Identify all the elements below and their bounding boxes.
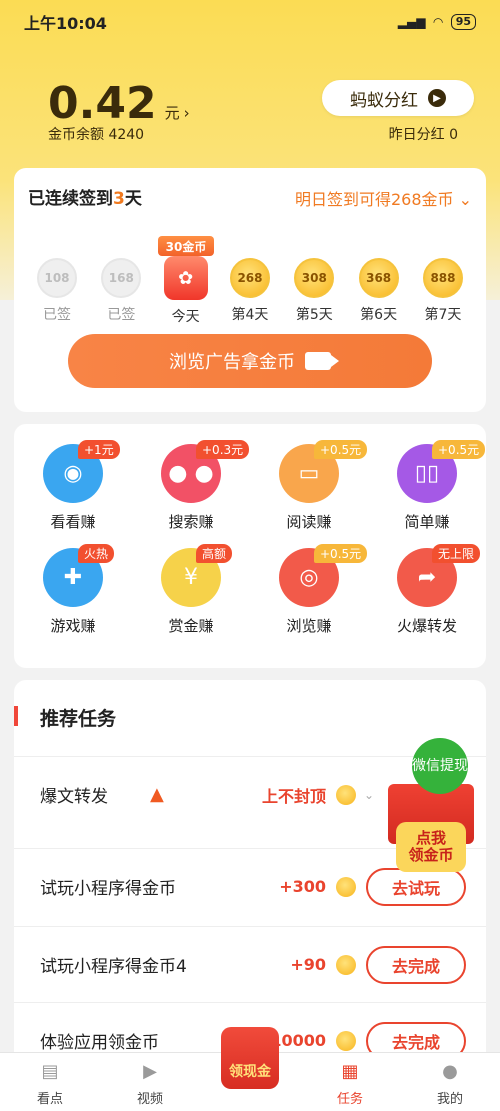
play-icon: ▶ (143, 1060, 157, 1082)
earn-grid: ◉ +1元 看看赚 ● ● +0.3元 搜索赚 ▭ +0.5元 阅读赚 ▯▯ +… (14, 440, 486, 636)
earn-item-watch[interactable]: ◉ +1元 看看赚 (14, 440, 132, 532)
red-packet-icon: 领现金 (221, 1027, 279, 1089)
coin-icon: 108 (37, 258, 77, 298)
tab-profile[interactable]: ● 我的 (400, 1053, 500, 1111)
fire-icon: ▲ (150, 784, 164, 805)
reward-badge: 火热 (78, 544, 115, 563)
reward-badge: +0.5元 (432, 440, 486, 459)
status-time: 上午10:04 (24, 14, 107, 33)
task-row[interactable]: 试玩小程序得金币4 +90 ⌄ 去完成 (14, 926, 486, 1002)
earn-item-browse[interactable]: ◎ +0.5元 浏览赚 (250, 544, 368, 636)
signin-day-6: 368 第6天 (352, 258, 406, 326)
bottom-tab-bar: ▤ 看点 ▶ 视频 领现金 ▦ 任务 ● 我的 (0, 1027, 500, 1111)
floating-red-packet[interactable]: 微信提现 点我 领金币 (388, 738, 480, 874)
tomorrow-reward-dropdown[interactable]: 明日签到可得268金币 ⌄ (295, 186, 472, 210)
earn-item-simple[interactable]: ▯▯ +0.5元 简单赚 (368, 440, 486, 532)
earn-item-read[interactable]: ▭ +0.5元 阅读赚 (250, 440, 368, 532)
task-icon: ▦ (341, 1060, 359, 1082)
earn-item-search[interactable]: ● ● +0.3元 搜索赚 (132, 440, 250, 532)
ant-dividend-button[interactable]: 蚂蚁分红 ▶ (322, 80, 474, 116)
chevron-right-icon: › (183, 104, 190, 122)
tab-cash[interactable]: 领现金 (200, 1027, 300, 1111)
signin-day-today[interactable]: ✿ 今天 (159, 256, 213, 326)
reward-badge: 无上限 (432, 544, 481, 563)
coin-balance: 金币余额 4240 (48, 127, 145, 143)
today-reward-badge: 30金币 (158, 236, 214, 256)
reward-badge: +0.5元 (314, 544, 368, 563)
battery-icon: 95 (450, 14, 476, 30)
gift-box-icon: ✿ (163, 256, 208, 300)
wechat-withdraw-badge: 微信提现 (412, 738, 468, 794)
coin-icon: 308 (294, 258, 335, 298)
signin-day-2: 168 已签 (94, 258, 148, 326)
profile-icon: ● (442, 1060, 458, 1082)
signin-day-5: 308 第5天 (287, 258, 341, 326)
earn-item-share[interactable]: ➦ 无上限 火爆转发 (368, 544, 486, 636)
signin-card: 已连续签到3天 明日签到可得268金币 ⌄ 108 已签 168 已签 ✿ 今天… (14, 168, 486, 412)
watch-ad-button[interactable]: 浏览广告拿金币 (68, 334, 432, 388)
task-action-button[interactable]: 去完成 (366, 945, 466, 984)
balance-unit: 元 (164, 104, 180, 122)
status-icons: ▂▄▆ ◠ 95 (398, 14, 476, 30)
chevron-down-icon[interactable]: ⌄ (364, 788, 374, 802)
reward-badge: +0.5元 (314, 440, 368, 459)
coin-icon: 268 (229, 258, 270, 298)
ant-dividend-label: 蚂蚁分红 (350, 90, 418, 111)
coin-icon (336, 954, 356, 975)
earn-grid-card: ◉ +1元 看看赚 ● ● +0.3元 搜索赚 ▭ +0.5元 阅读赚 ▯▯ +… (14, 424, 486, 668)
earn-item-bounty[interactable]: ¥ 高额 赏金赚 (132, 544, 250, 636)
coin-icon (336, 784, 356, 805)
signin-day-7: 888 第7天 (416, 258, 470, 326)
coin-icon (336, 876, 356, 897)
wifi-icon: ◠ (433, 15, 443, 29)
signin-day-4: 268 第4天 (223, 258, 277, 326)
signin-days: 108 已签 168 已签 ✿ 今天 268 第4天 308 第5天 368 第… (30, 256, 470, 326)
signin-day-1: 108 已签 (30, 258, 84, 326)
video-camera-icon (305, 352, 339, 370)
cash-balance[interactable]: 0.42 元 › (48, 78, 190, 129)
reward-badge: +1元 (78, 440, 120, 459)
chevron-down-icon: ⌄ (458, 190, 472, 209)
section-title: 推荐任务 (40, 708, 117, 730)
status-bar: 上午10:04 ▂▄▆ ◠ 95 (0, 0, 500, 44)
arrow-right-icon: ▶ (428, 89, 446, 107)
section-accent-bar (14, 706, 18, 726)
earn-item-game[interactable]: ✚ 火热 游戏赚 (14, 544, 132, 636)
article-icon: ▤ (41, 1060, 59, 1082)
tab-tasks[interactable]: ▦ 任务 (300, 1053, 400, 1111)
claim-coins-tag: 点我 领金币 (396, 822, 466, 872)
balance-amount: 0.42 (48, 78, 157, 129)
signin-streak: 已连续签到3天 (28, 189, 142, 209)
tab-video[interactable]: ▶ 视频 (100, 1053, 200, 1111)
coin-icon (336, 1030, 356, 1051)
signal-icon: ▂▄▆ (397, 15, 426, 29)
reward-badge: 高额 (196, 544, 233, 563)
coin-icon: 168 (101, 258, 142, 298)
tab-articles[interactable]: ▤ 看点 (0, 1053, 100, 1111)
coin-icon: 368 (358, 258, 399, 298)
reward-badge: +0.3元 (196, 440, 250, 459)
coin-icon: 888 (422, 258, 463, 298)
yesterday-dividend: 昨日分红 0 (388, 127, 458, 143)
